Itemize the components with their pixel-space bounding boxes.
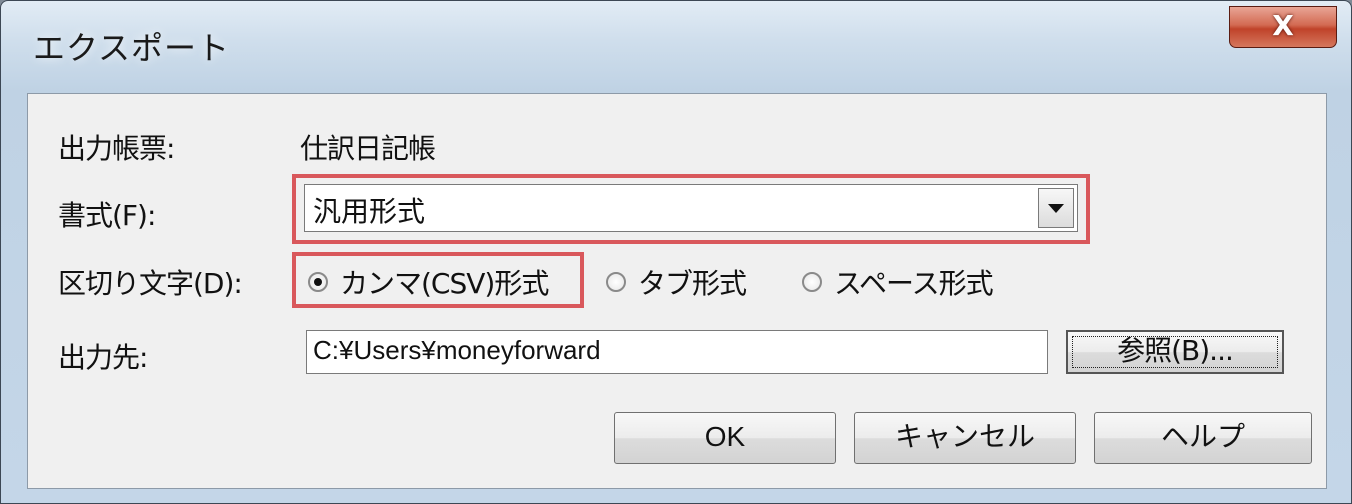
ok-button[interactable]: OK [614,412,836,464]
title-bar[interactable]: エクスポート X [1,1,1351,93]
radio-button[interactable] [606,272,626,292]
radio-csv-label: カンマ(CSV)形式 [340,267,549,300]
report-label: 出力帳票: [58,132,175,165]
output-label: 出力先: [58,341,148,374]
radio-csv[interactable]: カンマ(CSV)形式 [308,262,549,302]
chevron-down-icon [1048,203,1064,213]
radio-button-checked[interactable] [308,272,328,292]
radio-button[interactable] [802,272,822,292]
output-path-input[interactable]: C:¥Users¥moneyforward [306,330,1048,374]
close-icon: X [1272,9,1294,42]
dialog-body: 出力帳票: 仕訳日記帳 書式(F): 汎用形式 区切り文字(D): カンマ(CS… [27,93,1327,489]
output-path-value: C:¥Users¥moneyforward [313,335,601,365]
format-select[interactable]: 汎用形式 [304,184,1078,232]
export-dialog: エクスポート X 出力帳票: 仕訳日記帳 書式(F): 汎用形式 区切り文字(D… [0,0,1352,504]
dialog-title: エクスポート [33,29,231,67]
browse-button-label: 参照(B)... [1117,334,1234,367]
browse-button[interactable]: 参照(B)... [1066,330,1284,374]
close-button[interactable]: X [1229,6,1337,48]
help-button[interactable]: ヘルプ [1094,412,1312,464]
cancel-button-label: キャンセル [894,420,1035,453]
cancel-button[interactable]: キャンセル [854,412,1076,464]
radio-space[interactable]: スペース形式 [802,262,994,302]
radio-tab[interactable]: タブ形式 [606,262,747,302]
format-label: 書式(F): [58,199,156,232]
help-button-label: ヘルプ [1160,420,1245,453]
radio-tab-label: タブ形式 [638,267,747,300]
report-value: 仕訳日記帳 [300,132,436,165]
radio-space-label: スペース形式 [834,267,994,300]
delimiter-label: 区切り文字(D): [58,267,243,300]
ok-button-label: OK [704,421,746,452]
format-select-value: 汎用形式 [313,195,426,228]
dropdown-button[interactable] [1038,188,1074,228]
